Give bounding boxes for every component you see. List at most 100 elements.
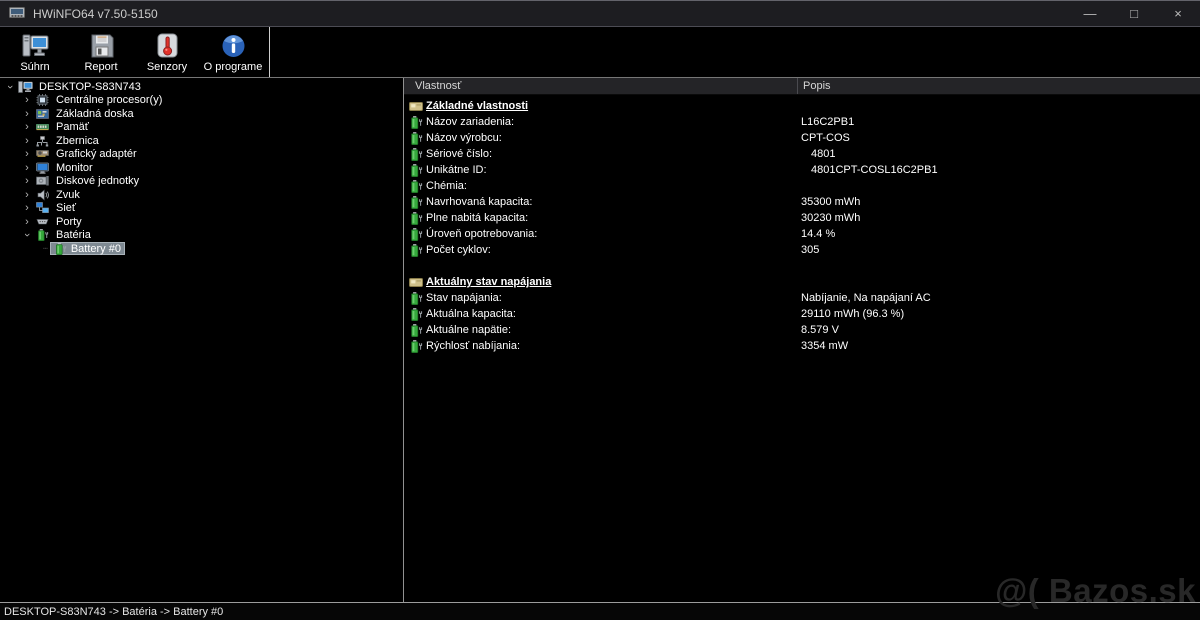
chevron-down-icon[interactable]: › bbox=[5, 82, 15, 92]
disk-icon bbox=[35, 175, 50, 187]
battery-plug-icon bbox=[409, 132, 426, 145]
property-label: Stav napájania: bbox=[426, 292, 502, 304]
battery-plug-icon bbox=[409, 148, 426, 161]
chevron-right-icon[interactable]: › bbox=[22, 122, 32, 132]
property-value: 8.579 V bbox=[801, 324, 839, 336]
details-panel: Vlastnosť Popis Základné vlastnosti Názo… bbox=[404, 78, 1200, 602]
chevron-right-icon[interactable]: › bbox=[22, 176, 32, 186]
computer-icon bbox=[22, 33, 49, 59]
property-label: Počet cyklov: bbox=[426, 244, 491, 256]
section-card-icon bbox=[409, 277, 426, 288]
tree-item-gpu[interactable]: › Grafický adaptér bbox=[0, 148, 403, 162]
floppy-icon bbox=[88, 33, 115, 59]
about-button-label: O programe bbox=[204, 61, 263, 73]
chevron-down-icon[interactable]: › bbox=[22, 230, 32, 240]
battery-plug-icon bbox=[409, 292, 426, 305]
property-row: Názov výrobcu: CPT-COS bbox=[404, 130, 1200, 146]
battery-icon bbox=[53, 243, 68, 255]
battery-plug-icon bbox=[409, 180, 426, 193]
section-title: Základné vlastnosti bbox=[426, 100, 528, 112]
summary-button[interactable]: Súhrn bbox=[2, 27, 68, 77]
property-label: Plne nabitá kapacita: bbox=[426, 212, 528, 224]
chevron-right-icon[interactable]: › bbox=[22, 217, 32, 227]
motherboard-icon bbox=[35, 108, 50, 120]
chevron-right-icon[interactable]: › bbox=[22, 149, 32, 159]
section-spacer bbox=[404, 258, 1200, 273]
chevron-right-icon[interactable]: › bbox=[22, 136, 32, 146]
tree-item-label: DESKTOP-S83N743 bbox=[37, 81, 143, 93]
section-header: Aktuálny stav napájania bbox=[404, 274, 1200, 290]
property-label: Sériové číslo: bbox=[426, 148, 492, 160]
tree-item-battery[interactable]: › Batéria bbox=[0, 229, 403, 243]
tree-item-monitor[interactable]: › Monitor bbox=[0, 161, 403, 175]
tree-item-cpu[interactable]: › Centrálne procesor(y) bbox=[0, 94, 403, 108]
property-row: Počet cyklov: 305 bbox=[404, 242, 1200, 258]
property-row: Unikátne ID: 4801CPT-COSL16C2PB1 bbox=[404, 162, 1200, 178]
section-header: Základné vlastnosti bbox=[404, 98, 1200, 114]
device-tree: › DESKTOP-S83N743 › Centrálne proceso bbox=[0, 78, 403, 602]
tree-item-motherboard[interactable]: › Základná doska bbox=[0, 107, 403, 121]
property-value: L16C2PB1 bbox=[801, 116, 854, 128]
property-value: 305 bbox=[801, 244, 819, 256]
property-label: Aktuálne napätie: bbox=[426, 324, 511, 336]
property-value: 29110 mWh (96.3 %) bbox=[801, 308, 904, 320]
toolbar: Súhrn Report Senzory bbox=[0, 27, 1200, 78]
property-value: 14.4 % bbox=[801, 228, 835, 240]
property-label: Navrhovaná kapacita: bbox=[426, 196, 532, 208]
minimize-button[interactable]: — bbox=[1068, 1, 1112, 26]
tree-item-label: Grafický adaptér bbox=[54, 148, 139, 160]
info-icon bbox=[220, 33, 247, 59]
chevron-right-icon[interactable]: › bbox=[22, 109, 32, 119]
tree-item-network[interactable]: › Sieť bbox=[0, 202, 403, 216]
about-button[interactable]: O programe bbox=[200, 27, 266, 77]
title-bar: HWiNFO64 v7.50-5150 — □ × bbox=[0, 1, 1200, 27]
report-button-label: Report bbox=[84, 61, 117, 73]
tree-item-memory[interactable]: › Pamäť bbox=[0, 121, 403, 135]
report-button[interactable]: Report bbox=[68, 27, 134, 77]
tree-item-label: Diskové jednotky bbox=[54, 175, 141, 187]
tree-item-ports[interactable]: › Porty bbox=[0, 215, 403, 229]
property-label: Názov výrobcu: bbox=[426, 132, 502, 144]
tree-item-computer[interactable]: › DESKTOP-S83N743 bbox=[0, 80, 403, 94]
tree-item-drives[interactable]: › Diskové jednotky bbox=[0, 175, 403, 189]
tree-item-label: Pamäť bbox=[54, 121, 91, 133]
battery-plug-icon bbox=[409, 324, 426, 337]
tree-item-label: Zbernica bbox=[54, 135, 101, 147]
tree-item-bus[interactable]: › Zbernica bbox=[0, 134, 403, 148]
property-label: Úroveň opotrebovania: bbox=[426, 228, 537, 240]
details-header: Vlastnosť Popis bbox=[404, 78, 1200, 95]
tree-item-audio[interactable]: › Zvuk bbox=[0, 188, 403, 202]
tree-item-label: Porty bbox=[54, 216, 84, 228]
battery-plug-icon bbox=[409, 308, 426, 321]
property-row: Chémia: bbox=[404, 178, 1200, 194]
close-button[interactable]: × bbox=[1156, 1, 1200, 26]
property-row: Rýchlosť nabíjania: 3354 mW bbox=[404, 338, 1200, 354]
property-label: Názov zariadenia: bbox=[426, 116, 514, 128]
maximize-button[interactable]: □ bbox=[1112, 1, 1156, 26]
battery-plug-icon bbox=[409, 164, 426, 177]
tree-item-label: Základná doska bbox=[54, 108, 136, 120]
summary-button-label: Súhrn bbox=[20, 61, 49, 73]
property-row: Aktuálna kapacita: 29110 mWh (96.3 %) bbox=[404, 306, 1200, 322]
chevron-right-icon[interactable]: › bbox=[22, 190, 32, 200]
selected-tree-node[interactable]: Battery #0 bbox=[50, 242, 125, 255]
chevron-right-icon[interactable]: › bbox=[22, 95, 32, 105]
property-label: Rýchlosť nabíjania: bbox=[426, 340, 520, 352]
battery-plug-icon bbox=[409, 196, 426, 209]
sensors-button[interactable]: Senzory bbox=[134, 27, 200, 77]
column-header-description[interactable]: Popis bbox=[798, 80, 831, 92]
column-header-property[interactable]: Vlastnosť bbox=[404, 78, 798, 94]
section-title: Aktuálny stav napájania bbox=[426, 276, 551, 288]
status-path: DESKTOP-S83N743 -> Batéria -> Battery #0 bbox=[4, 606, 223, 618]
property-value: 35300 mWh bbox=[801, 196, 860, 208]
property-label: Aktuálna kapacita: bbox=[426, 308, 516, 320]
property-row: Navrhovaná kapacita: 35300 mWh bbox=[404, 194, 1200, 210]
property-label: Unikátne ID: bbox=[426, 164, 487, 176]
chevron-right-icon[interactable]: › bbox=[22, 203, 32, 213]
battery-icon bbox=[35, 229, 50, 241]
battery-plug-icon bbox=[409, 212, 426, 225]
tree-connector: ┄ bbox=[43, 244, 49, 253]
thermometer-icon bbox=[154, 33, 181, 59]
tree-item-battery0[interactable]: ┄ Battery #0 bbox=[0, 242, 403, 256]
chevron-right-icon[interactable]: › bbox=[22, 163, 32, 173]
